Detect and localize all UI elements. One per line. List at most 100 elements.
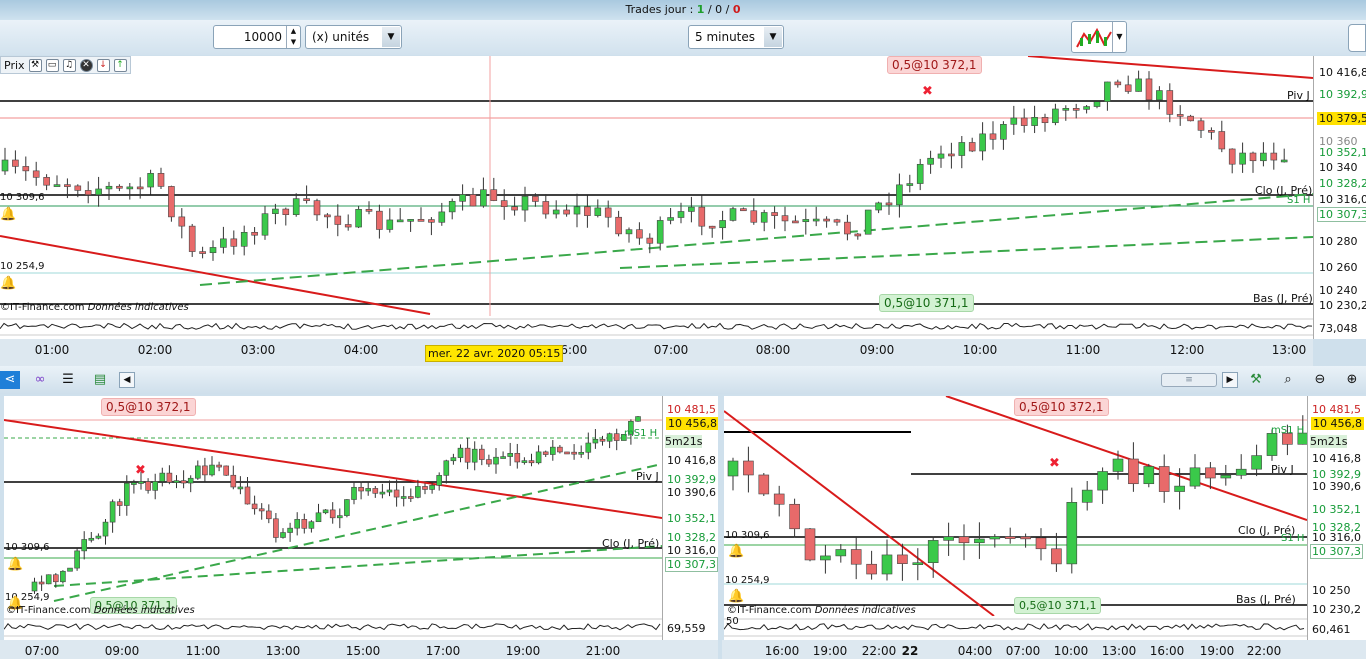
candle-down [571, 451, 577, 455]
period-select[interactable]: 5 minutes ▼ [688, 25, 784, 49]
right-indicator-chart [724, 618, 1307, 637]
candle-down [244, 486, 251, 505]
piv-label: Piv J [1287, 89, 1310, 102]
indicator-value: 69,559 [667, 622, 706, 635]
arrow-down-icon[interactable]: ↓ [96, 58, 110, 72]
candle-up [131, 482, 137, 485]
alert-bell-icon[interactable]: 🔔 [0, 207, 16, 222]
order-tag-top[interactable]: 0,5@10 372,1 [887, 56, 982, 74]
cancel-order-icon[interactable]: ✖ [135, 463, 146, 478]
candle-up [351, 486, 357, 500]
left-value-b: 10 254,9 [725, 575, 770, 586]
candle-down [1051, 548, 1062, 565]
chevron-down-icon[interactable]: ▼ [1112, 22, 1126, 52]
candle-up [1010, 117, 1018, 125]
zoom-out-icon[interactable]: ⊖ [1310, 371, 1330, 389]
zoom-in-icon[interactable]: ⊕ [1342, 371, 1362, 389]
quantity-stepper[interactable]: 10000 ▲ ▼ [213, 25, 301, 49]
time-tick-label: 22:00 [861, 644, 897, 658]
share-icon[interactable]: ⋖ [0, 371, 20, 389]
order-tag-top[interactable]: 0,5@10 372,1 [1014, 398, 1109, 416]
scrollbar-thumb[interactable]: ≡ [1161, 373, 1217, 387]
candle-up [974, 538, 985, 544]
time-tick-label: 19:00 [1199, 644, 1235, 658]
chart-style-button[interactable]: ▼ [1071, 21, 1127, 53]
draw-tool-icon[interactable]: ⚒ [1246, 371, 1266, 389]
order-tag-bottom[interactable]: 0,5@10 371,1 [879, 294, 974, 312]
unit-select[interactable]: (x) unités ▼ [305, 25, 402, 49]
right-time-axis[interactable]: 16:00 19:00 22:00 22 04:00 07:00 10:00 13:00 16:… [722, 640, 1366, 659]
candle-up [81, 539, 87, 552]
left-chart-panel[interactable] [4, 396, 662, 616]
arrow-up-icon[interactable]: ↑ [113, 58, 127, 72]
bell-icon[interactable]: ♫ [62, 58, 76, 72]
list-icon[interactable]: ☰ [58, 371, 78, 389]
candle-down [1158, 466, 1170, 492]
alert-bell-icon[interactable]: 🔔 [728, 544, 744, 559]
price-level: 10 230,2 [1312, 603, 1361, 616]
candle-up [812, 218, 820, 222]
left-value-a: 10 309,6 [725, 530, 770, 541]
candle-down [202, 465, 208, 476]
price-level: 10 392,9 [667, 473, 716, 486]
chevron-down-icon[interactable]: ▼ [764, 27, 782, 47]
wrench-icon[interactable]: ⚒ [28, 58, 42, 72]
link-icon[interactable]: ∞ [30, 371, 50, 389]
candle-down [854, 233, 862, 237]
side-tool-button[interactable] [1348, 24, 1366, 52]
cancel-order-icon[interactable]: ✖ [922, 84, 933, 99]
cancel-order-icon[interactable]: ✖ [1049, 456, 1060, 471]
source-text: ©IT-Finance.com [0, 302, 85, 313]
candle-up [74, 550, 80, 569]
left-price-axis[interactable]: 10 481,5 10 456,8 5m21s 10 416,8 10 392,… [662, 396, 718, 640]
main-price-axis[interactable]: 10 416,8 10 392,9 10 379,5 10 360 10 352… [1313, 56, 1366, 339]
candle-up [906, 183, 914, 186]
candle-down [178, 216, 186, 227]
right-price-chart [724, 396, 1307, 616]
close-icon[interactable]: ✕ [79, 58, 93, 72]
unit-select-value: (x) unités [312, 30, 370, 44]
window-icon[interactable]: ▭ [45, 58, 59, 72]
candle-up [407, 219, 414, 222]
scroll-right-button[interactable]: ▶ [1222, 372, 1238, 388]
source-note: Données indicatives [87, 302, 189, 313]
candle-up [429, 485, 435, 490]
period-select-value: 5 minutes [695, 30, 756, 44]
legend-label: Prix [4, 58, 25, 72]
candle-up [294, 519, 301, 529]
candle-down [823, 218, 830, 222]
candle-up [386, 219, 394, 230]
candle-up [606, 433, 613, 442]
candle-up [459, 194, 466, 202]
alert-bell-icon[interactable]: 🔔 [0, 276, 16, 291]
main-time-axis[interactable]: 01:00 02:00 03:00 04:00 06:00 07:00 08:00 09:00… [0, 339, 1313, 366]
candle-down [486, 459, 492, 465]
right-chart-panel[interactable] [724, 396, 1307, 616]
left-time-axis[interactable]: 07:00 09:00 11:00 13:00 15:00 17:00 19:00 21:00 [0, 640, 718, 659]
candle-up [1052, 108, 1059, 124]
main-chart-panel[interactable] [0, 56, 1313, 316]
candle-up [386, 489, 393, 493]
alert-bell-icon[interactable]: 🔔 [7, 557, 23, 572]
candle-up [625, 229, 633, 235]
chevron-down-icon[interactable]: ▼ [382, 27, 400, 47]
candle-up [500, 456, 506, 459]
trades-label: Trades jour : [625, 3, 697, 16]
candle-down [1145, 78, 1153, 101]
candle-down [1208, 130, 1215, 133]
columns-icon[interactable]: ▤ [90, 371, 110, 389]
alert-bell-icon[interactable]: 🔔 [728, 589, 744, 604]
candle-down [500, 200, 508, 208]
order-tag-bottom[interactable]: 0,5@10 371,1 [1014, 597, 1102, 614]
candle-down [563, 209, 570, 215]
scroll-left-button[interactable]: ◀ [119, 372, 135, 388]
zoom-fit-icon[interactable]: ⌕ [1278, 371, 1298, 389]
spin-arrows-icon[interactable]: ▲ ▼ [286, 26, 300, 48]
order-tag-top[interactable]: 0,5@10 372,1 [101, 398, 196, 416]
time-tick-label: 01:00 [34, 343, 70, 357]
candle-down [758, 474, 770, 495]
candle-up [152, 481, 158, 491]
candle-up [159, 472, 166, 482]
dashed-trend-line [53, 545, 662, 587]
right-price-axis[interactable]: 10 481,5 10 456,8 5m21s 10 416,8 10 392,… [1307, 396, 1366, 640]
